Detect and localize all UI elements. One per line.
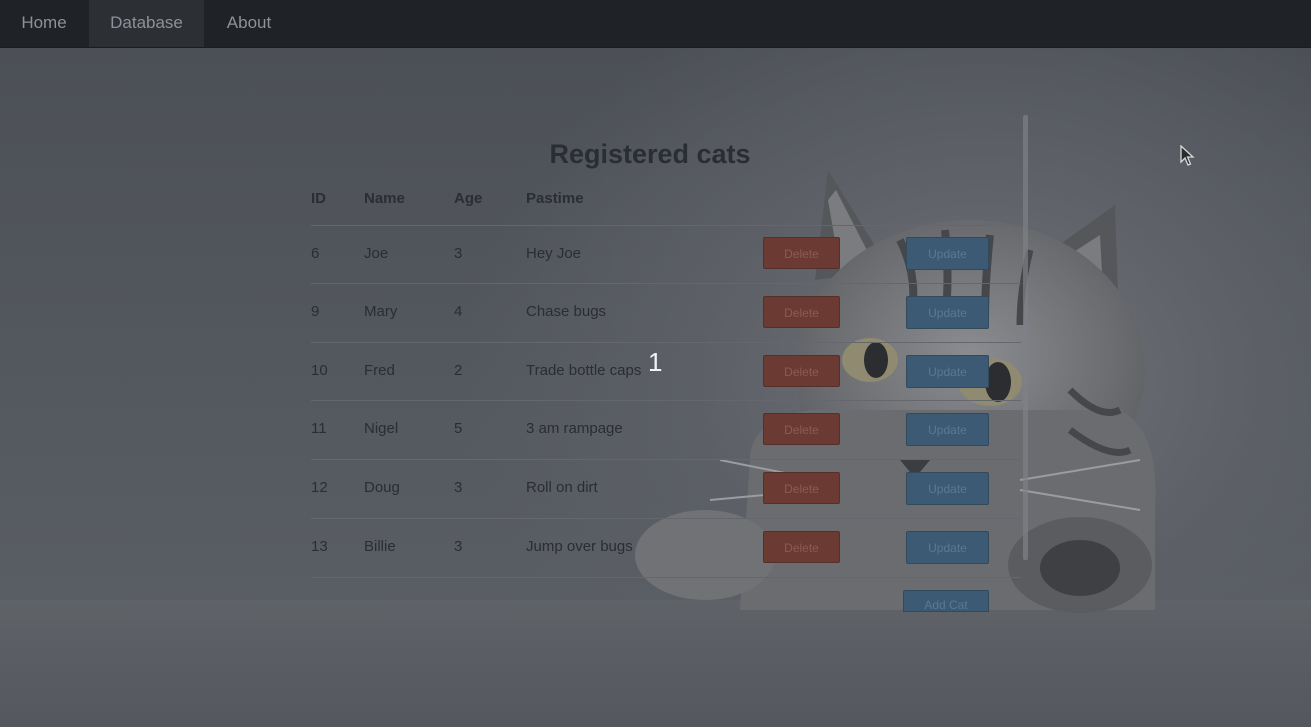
cat-illustration xyxy=(635,170,1156,613)
cell-age: 3 xyxy=(454,538,463,555)
delete-button[interactable]: Delete xyxy=(763,296,840,328)
cell-name: Nigel xyxy=(364,420,399,437)
row-divider xyxy=(311,400,1021,401)
column-header-pastime: Pastime xyxy=(526,190,584,207)
cell-pastime: Jump over bugs xyxy=(526,538,633,555)
cell-name: Fred xyxy=(364,362,395,379)
column-header-id: ID xyxy=(311,190,326,207)
vertical-divider xyxy=(1023,115,1028,560)
step-number-overlay: 1 xyxy=(648,347,663,377)
cell-pastime: Chase bugs xyxy=(526,303,607,320)
row-divider xyxy=(311,225,1021,226)
cell-id: 11 xyxy=(311,420,327,437)
cell-name: Billie xyxy=(364,538,396,555)
cell-name: Joe xyxy=(364,245,389,262)
row-divider xyxy=(311,459,1021,460)
add-cat-button[interactable]: Add Cat xyxy=(903,590,989,612)
row-divider xyxy=(311,577,1021,578)
cell-age: 4 xyxy=(454,303,463,320)
cell-pastime: Roll on dirt xyxy=(526,479,598,496)
cell-id: 9 xyxy=(311,303,320,320)
delete-button[interactable]: Delete xyxy=(763,237,840,269)
update-button[interactable]: Update xyxy=(906,296,989,329)
cell-age: 2 xyxy=(454,362,463,379)
delete-button[interactable]: Delete xyxy=(763,531,840,563)
nav-home[interactable]: Home xyxy=(0,0,88,47)
cell-age: 3 xyxy=(454,479,463,496)
cell-pastime: 3 am rampage xyxy=(526,420,623,437)
cell-age: 3 xyxy=(454,245,463,262)
update-button[interactable]: Update xyxy=(906,355,989,388)
cell-id: 13 xyxy=(311,538,328,555)
cell-pastime: Hey Joe xyxy=(526,245,582,262)
row-divider xyxy=(311,342,1021,343)
delete-button[interactable]: Delete xyxy=(763,413,840,445)
cell-pastime: Trade bottle caps xyxy=(526,362,642,379)
update-button[interactable]: Update xyxy=(906,472,989,505)
delete-button[interactable]: Delete xyxy=(763,355,840,387)
cell-id: 6 xyxy=(311,245,320,262)
cell-name: Mary xyxy=(364,303,398,320)
column-header-age: Age xyxy=(454,190,483,207)
cell-name: Doug xyxy=(364,479,400,496)
page-background: Home Database About Registered cats ID N… xyxy=(0,0,1311,727)
update-button[interactable]: Update xyxy=(906,413,989,446)
cell-id: 10 xyxy=(311,362,328,379)
mouse-cursor-icon xyxy=(1180,145,1195,166)
page-title: Registered cats xyxy=(549,139,751,169)
row-divider xyxy=(311,518,1021,519)
nav-about[interactable]: About xyxy=(205,0,293,47)
navbar: Home Database About xyxy=(0,0,1311,48)
cell-age: 5 xyxy=(454,420,463,437)
row-divider xyxy=(311,283,1021,284)
cell-id: 12 xyxy=(311,479,328,496)
update-button[interactable]: Update xyxy=(906,237,989,270)
delete-button[interactable]: Delete xyxy=(763,472,840,504)
update-button[interactable]: Update xyxy=(906,531,989,564)
column-header-name: Name xyxy=(364,190,405,207)
nav-database[interactable]: Database xyxy=(89,0,204,47)
